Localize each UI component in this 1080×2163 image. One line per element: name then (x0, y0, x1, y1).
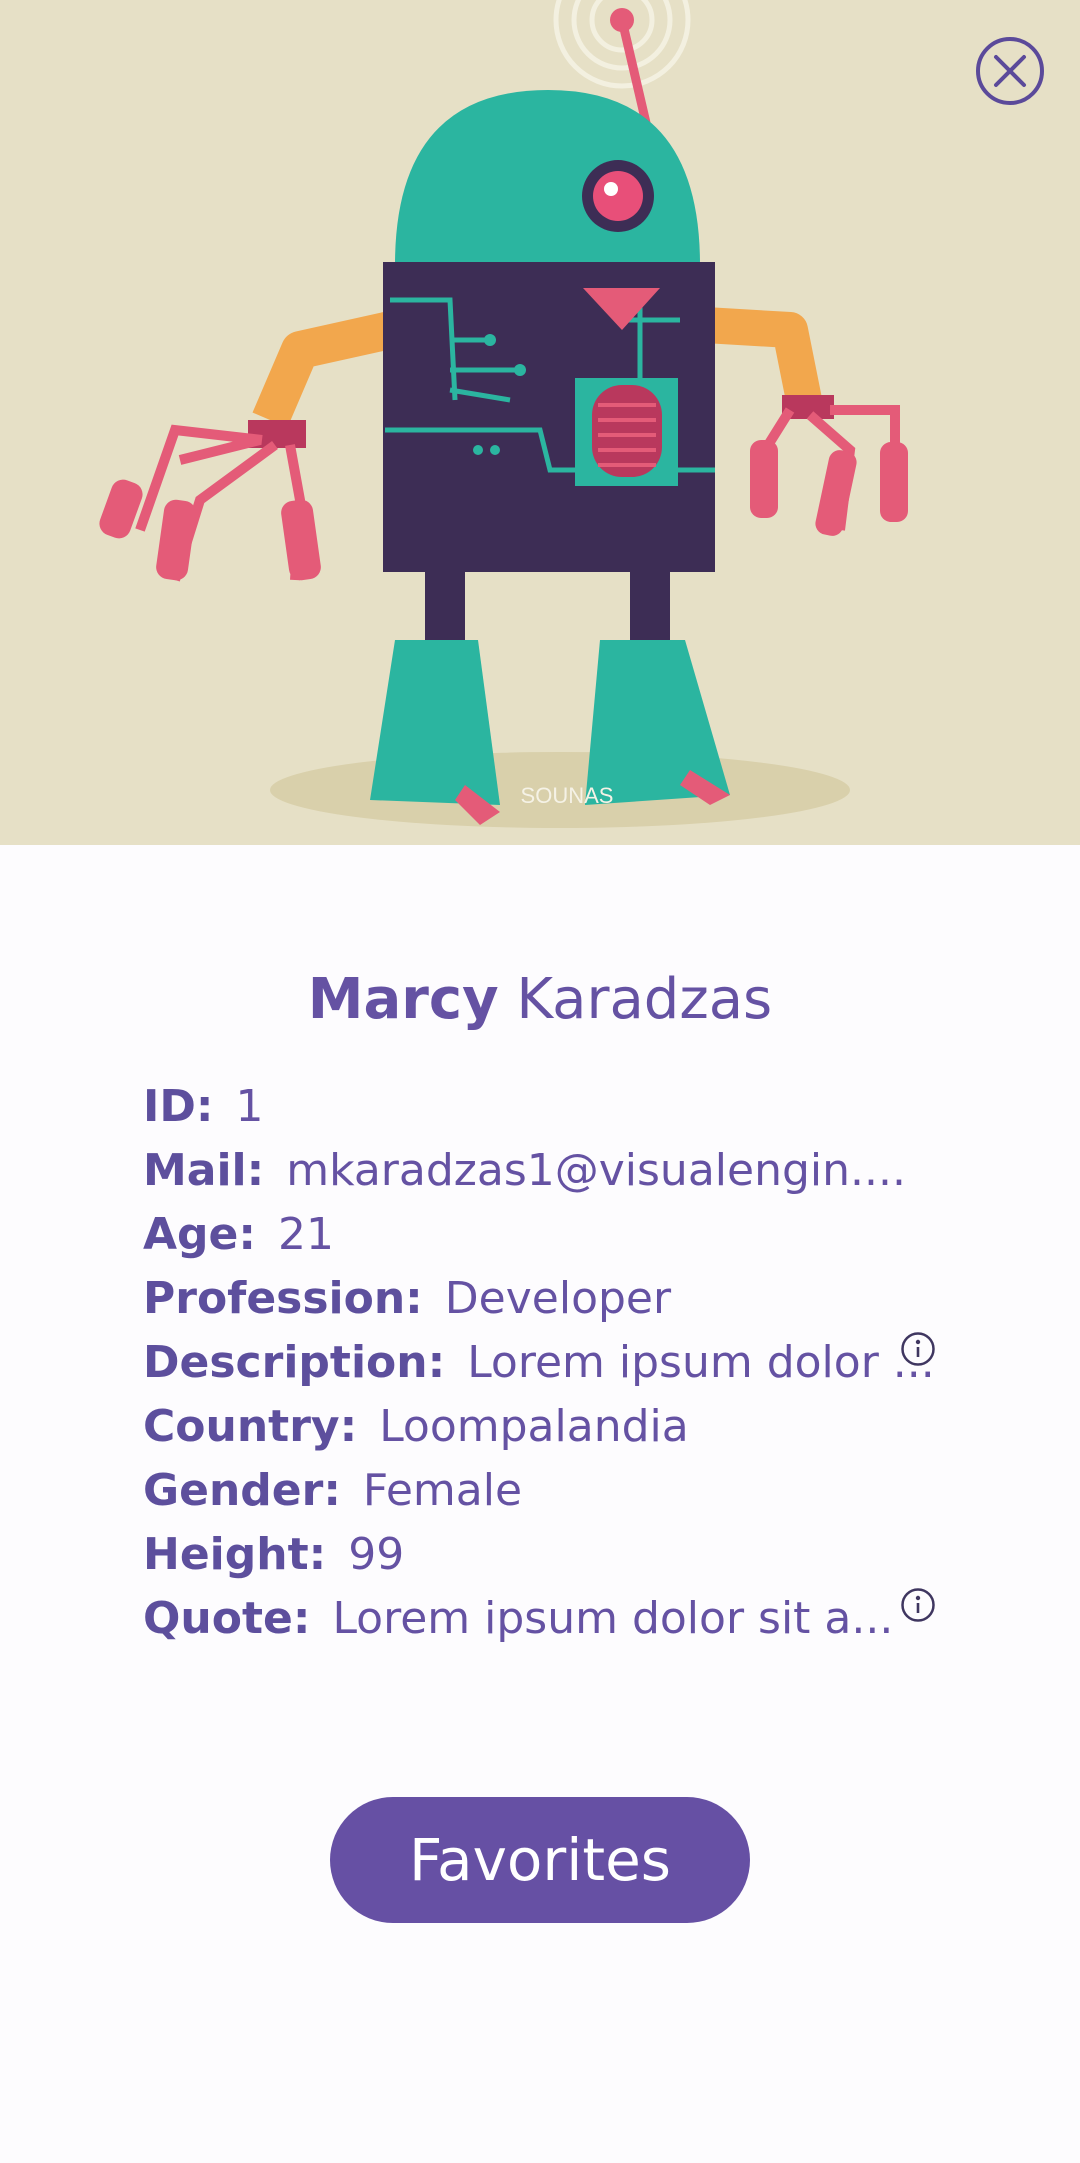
field-label: Description: (143, 1337, 446, 1388)
field-age: Age: 21 (143, 1203, 963, 1267)
field-label: ID: (143, 1081, 214, 1132)
field-value: Lorem ipsum dolor ... (467, 1337, 935, 1388)
field-quote: Quote: Lorem ipsum dolor sit a... (143, 1587, 963, 1651)
field-value: mkaradzas1@visualengin.... (286, 1145, 906, 1196)
field-label: Height: (143, 1529, 327, 1580)
description-info-icon[interactable] (900, 1331, 936, 1367)
field-profession: Profession: Developer (143, 1267, 963, 1331)
profile-details: ID: 1 Mail: mkaradzas1@visualengin.... Age… (143, 1075, 963, 1651)
field-gender: Gender: Female (143, 1459, 963, 1523)
field-id: ID: 1 (143, 1075, 963, 1139)
profile-name: Marcy Karadzas (0, 960, 1080, 1040)
field-description: Description: Lorem ipsum dolor ... (143, 1331, 963, 1395)
field-label: Profession: (143, 1273, 423, 1324)
quote-info-icon[interactable] (900, 1587, 936, 1623)
robot-illustration: SOUNAS (0, 0, 1080, 845)
field-value: 1 (235, 1081, 264, 1132)
favorites-button[interactable]: Favorites (330, 1797, 750, 1923)
close-button[interactable] (974, 35, 1046, 107)
last-name: Karadzas (516, 967, 773, 1032)
field-mail: Mail: mkaradzas1@visualengin.... (143, 1139, 963, 1203)
field-height: Height: 99 (143, 1523, 963, 1587)
field-label: Country: (143, 1401, 358, 1452)
field-value: Loompalandia (379, 1401, 689, 1452)
profile-hero-image: SOUNAS (0, 0, 1080, 845)
field-label: Gender: (143, 1465, 341, 1516)
first-name: Marcy (307, 967, 499, 1032)
watermark: SOUNAS (521, 783, 614, 808)
field-label: Age: (143, 1209, 256, 1260)
field-value: Female (362, 1465, 523, 1516)
field-label: Quote: (143, 1593, 311, 1644)
field-value: Lorem ipsum dolor sit a... (332, 1593, 894, 1644)
field-label: Mail: (143, 1145, 265, 1196)
field-value: 21 (278, 1209, 334, 1260)
close-icon (976, 37, 1044, 105)
field-value: 99 (348, 1529, 405, 1580)
field-value: Developer (444, 1273, 672, 1324)
field-country: Country: Loompalandia (143, 1395, 963, 1459)
